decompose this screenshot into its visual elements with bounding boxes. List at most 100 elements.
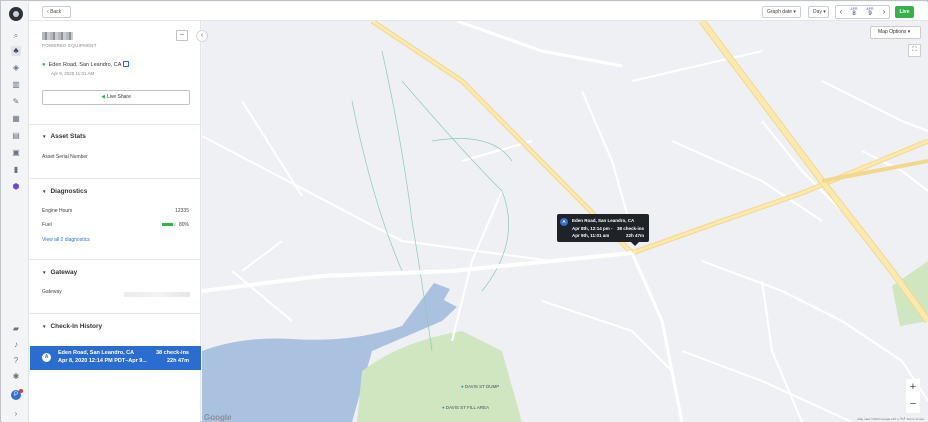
tooltip-end-time: Apr 9th, 11:01 am <box>572 233 610 238</box>
tooltip-start-time: Apr 8th, 12:14 pm - <box>572 226 613 231</box>
user-avatar[interactable]: P <box>11 389 23 400</box>
section-title: Gateway <box>50 269 78 276</box>
fuel-label: Fuel <box>42 222 52 228</box>
clipboard-icon[interactable]: ▣ <box>11 148 21 158</box>
section-title: Diagnostics <box>50 188 88 195</box>
caret-down-icon: ▼ <box>42 189 47 194</box>
building-icon[interactable]: ▥ <box>11 80 21 90</box>
tooltip-line-1: Apr 8th, 12:14 pm - 38 check-ins <box>572 226 646 231</box>
live-share-button[interactable]: ◀ Live Share <box>42 90 190 105</box>
asset-panel: POWERED EQUIPMENT – ‹ ● Eden Road, San Le… <box>29 21 208 422</box>
fullscreen-icon[interactable]: ⛶ <box>908 44 921 57</box>
asset-location-text: Eden Road, San Leandro, CA <box>48 62 122 68</box>
map-attribution[interactable]: Map data ©2020 Google 100 m ┗━┛ Terms of… <box>857 417 924 421</box>
engine-hours-value: 12335 <box>175 208 189 214</box>
wrench-icon[interactable]: ✎ <box>11 97 21 107</box>
poi-davis-st-dump[interactable]: ●DAVIS ST DUMP <box>461 384 499 389</box>
date-from-day: 8 <box>852 11 856 17</box>
fuel-level-bar <box>162 223 176 226</box>
bar-chart-icon[interactable]: ▮ <box>11 165 21 175</box>
divider <box>29 178 201 179</box>
shield-icon[interactable]: ◈ <box>11 63 21 73</box>
poi-label: DAVIS ST DUMP <box>464 384 500 389</box>
next-date-icon[interactable]: › <box>880 7 888 17</box>
date-to-day: 9 <box>868 11 872 17</box>
checkin-count: 38 check-ins <box>155 350 189 356</box>
divider <box>29 313 201 314</box>
tooltip-title: Eden Road, San Leandro, CA <box>572 218 635 223</box>
caret-down-icon: ▼ <box>42 270 47 275</box>
grid-icon[interactable]: ▦ <box>11 114 21 124</box>
gear-icon[interactable]: ✱ <box>11 372 21 382</box>
prev-date-icon[interactable]: ‹ <box>837 7 845 17</box>
checkin-row[interactable]: A Eden Road, San Leandro, CA Apr 8, 2020… <box>30 346 201 370</box>
bell-icon[interactable]: ♪ <box>11 340 21 350</box>
gateway-value-redacted <box>124 292 190 297</box>
poi-davis-st-fill[interactable]: ●DAVIS ST FILL AREA <box>442 405 489 410</box>
live-share-label: Live Share <box>106 94 131 100</box>
fuel-value: 80% <box>178 222 189 228</box>
back-label: Back <box>50 9 62 15</box>
tooltip-badge: A <box>560 218 568 226</box>
graph-date-button[interactable]: Graph date ▾ <box>762 6 801 18</box>
document-icon[interactable]: ▤ <box>11 131 21 141</box>
section-gateway[interactable]: ▼ Gateway <box>42 269 77 276</box>
section-title: Asset Stats <box>50 133 86 140</box>
asset-type: POWERED EQUIPMENT <box>42 43 97 48</box>
asset-location-time: Apr 9, 2020 11:01 AM <box>51 71 95 76</box>
date-to[interactable]: APR 9 <box>863 7 877 17</box>
live-button[interactable]: Live <box>895 6 914 18</box>
chat-icon[interactable]: ▰ <box>11 324 21 334</box>
section-diagnostics[interactable]: ▼ Diagnostics <box>42 188 87 195</box>
back-button[interactable]: ‹ Back <box>42 6 71 18</box>
poi-label: DAVIS ST FILL AREA <box>445 405 490 410</box>
nav-rail: ⌕ ♣ ◈ ▥ ✎ ▦ ▤ ▣ ▮ ⬢ ▰ ♪ ? ✱ P › <box>2 2 29 422</box>
zoom-controls: + − <box>906 379 920 413</box>
fuel-level-fill <box>162 223 174 226</box>
asset-name-redacted <box>42 32 73 40</box>
section-asset-stats[interactable]: ▼ Asset Stats <box>42 133 86 140</box>
app-frame: ⌕ ♣ ◈ ▥ ✎ ▦ ▤ ▣ ▮ ⬢ ▰ ♪ ? ✱ P › ‹ Back G… <box>0 0 928 422</box>
zoom-in-button[interactable]: + <box>906 379 920 396</box>
engine-hours-label: Engine Hours <box>42 208 73 214</box>
caret-down-icon: ▼ <box>42 324 47 329</box>
day-select[interactable]: Day ▾ <box>808 6 829 18</box>
app-logo[interactable] <box>9 7 23 21</box>
poi-pin-icon: ● <box>442 405 445 410</box>
tooltip-duration: 22h 47m <box>625 233 644 238</box>
expand-rail-icon[interactable]: › <box>11 409 21 419</box>
checkin-badge: A <box>42 353 51 362</box>
divider <box>29 124 201 125</box>
tooltip-checkins: 38 check-ins <box>616 226 644 231</box>
external-link-icon[interactable] <box>123 61 130 67</box>
help-icon[interactable]: ? <box>11 356 21 366</box>
date-from[interactable]: APR 8 <box>847 7 861 17</box>
asset-serial-label: Asset Serial Number <box>42 154 88 160</box>
checkin-duration: 22h 47m <box>166 358 189 364</box>
section-title: Check-In History <box>50 323 103 330</box>
poi-pin-icon: ● <box>461 384 464 389</box>
location-pin-icon: ● <box>42 62 46 68</box>
share-icon: ◀ <box>101 94 105 100</box>
search-icon[interactable]: ⌕ <box>11 31 21 41</box>
fleet-icon[interactable]: ♣ <box>11 46 21 56</box>
date-range-nav: ‹ APR 8 APR 9 › <box>835 5 890 19</box>
location-tooltip[interactable]: A Eden Road, San Leandro, CA Apr 8th, 12… <box>557 214 649 246</box>
google-logo: Google <box>204 413 232 422</box>
caret-down-icon: ▼ <box>42 134 47 139</box>
gateway-label: Gateway <box>42 289 62 295</box>
checkin-location: Eden Road, San Leandro, CA <box>58 350 135 356</box>
divider <box>29 259 201 260</box>
panel-toggle-icon[interactable]: ‹ <box>196 30 208 42</box>
section-checkin-history[interactable]: ▼ Check-In History <box>42 323 102 330</box>
hexagon-icon[interactable]: ⬢ <box>11 182 21 192</box>
zoom-out-button[interactable]: − <box>906 396 920 413</box>
map-view[interactable]: Map Options ▾ ⛶ ●DAVIS ST DUMP ●DAVIS ST… <box>202 21 928 422</box>
map-options-button[interactable]: Map Options ▾ <box>870 26 921 39</box>
collapse-panel-button[interactable]: – <box>176 30 188 41</box>
top-bar: ‹ Back Graph date ▾ Day ▾ ‹ APR 8 APR 9 … <box>29 2 928 21</box>
asset-location: ● Eden Road, San Leandro, CA <box>42 61 130 68</box>
tooltip-line-2: Apr 9th, 11:01 am 22h 47m <box>572 233 646 238</box>
checkin-range: Apr 8, 2020 12:14 PM PDT–Apr 9... <box>58 358 147 364</box>
view-all-diagnostics-link[interactable]: View all 2 diagnostics <box>42 237 90 243</box>
